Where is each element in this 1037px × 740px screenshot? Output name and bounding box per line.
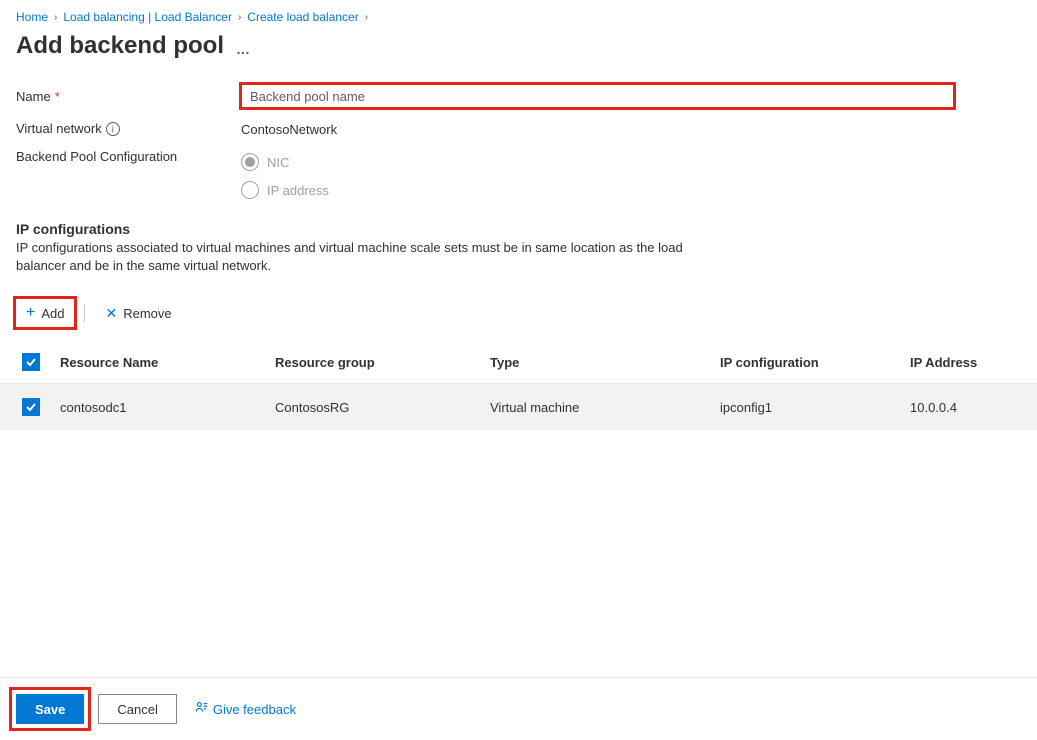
- ipconfig-table: Resource Name Resource group Type IP con…: [0, 341, 1037, 430]
- more-actions-button[interactable]: …: [236, 41, 252, 57]
- add-button-label: Add: [41, 306, 64, 321]
- feedback-icon: [195, 701, 209, 718]
- vnet-row: Virtual network i ContosoNetwork: [16, 120, 1021, 137]
- config-label: Backend Pool Configuration: [16, 149, 241, 164]
- radio-nic-label: NIC: [267, 155, 289, 170]
- footer-bar: Save Cancel Give feedback: [0, 677, 1037, 740]
- radio-icon: [241, 181, 259, 199]
- name-row: Name *: [16, 84, 1021, 108]
- vnet-label-text: Virtual network: [16, 121, 102, 136]
- cell-type: Virtual machine: [480, 384, 710, 431]
- col-ip-address[interactable]: IP Address: [900, 341, 1037, 384]
- form-area: Name * Virtual network i ContosoNetwork …: [0, 60, 1037, 199]
- col-type[interactable]: Type: [480, 341, 710, 384]
- radio-ip-label: IP address: [267, 183, 329, 198]
- chevron-right-icon: ›: [365, 12, 368, 23]
- remove-button-label: Remove: [123, 306, 171, 321]
- config-radio-group: NIC IP address: [241, 149, 329, 199]
- breadcrumb-create-lb[interactable]: Create load balancer: [247, 10, 358, 24]
- breadcrumb-home[interactable]: Home: [16, 10, 48, 24]
- name-input[interactable]: [241, 84, 954, 108]
- vnet-label: Virtual network i: [16, 121, 241, 136]
- table-row[interactable]: contosodc1 ContososRG Virtual machine ip…: [0, 384, 1037, 431]
- name-label-text: Name: [16, 89, 51, 104]
- ipconfig-toolbar: + Add ✕ Remove: [0, 275, 1037, 341]
- cell-ip-address: 10.0.0.4: [900, 384, 1037, 431]
- select-all-checkbox[interactable]: [22, 353, 40, 371]
- info-icon[interactable]: i: [106, 122, 120, 136]
- row-checkbox[interactable]: [22, 398, 40, 416]
- col-ip-configuration[interactable]: IP configuration: [710, 341, 900, 384]
- col-resource-name[interactable]: Resource Name: [50, 341, 265, 384]
- save-button[interactable]: Save: [16, 694, 84, 724]
- chevron-right-icon: ›: [54, 12, 57, 23]
- give-feedback-label: Give feedback: [213, 702, 296, 717]
- remove-button[interactable]: ✕ Remove: [95, 299, 181, 327]
- radio-icon: [241, 153, 259, 171]
- config-row: Backend Pool Configuration NIC IP addres…: [16, 149, 1021, 199]
- chevron-right-icon: ›: [238, 12, 241, 23]
- breadcrumb: Home › Load balancing | Load Balancer › …: [0, 0, 1037, 28]
- give-feedback-link[interactable]: Give feedback: [195, 701, 296, 718]
- plus-icon: +: [26, 305, 35, 321]
- close-icon: ✕: [105, 305, 117, 322]
- cancel-button[interactable]: Cancel: [98, 694, 176, 724]
- table-header-row: Resource Name Resource group Type IP con…: [0, 341, 1037, 384]
- breadcrumb-load-balancing[interactable]: Load balancing | Load Balancer: [63, 10, 232, 24]
- name-label: Name *: [16, 89, 241, 104]
- cell-resource-name: contosodc1: [50, 384, 265, 431]
- required-indicator: *: [55, 89, 60, 104]
- cell-ip-configuration: ipconfig1: [710, 384, 900, 431]
- ipconfig-heading: IP configurations: [0, 211, 1037, 239]
- radio-nic[interactable]: NIC: [241, 153, 329, 171]
- add-button[interactable]: + Add: [16, 299, 74, 327]
- ipconfig-description: IP configurations associated to virtual …: [0, 239, 740, 275]
- cell-resource-group: ContososRG: [265, 384, 480, 431]
- radio-ip-address[interactable]: IP address: [241, 181, 329, 199]
- col-resource-group[interactable]: Resource group: [265, 341, 480, 384]
- page-title-text: Add backend pool: [16, 32, 224, 60]
- toolbar-separator: [84, 304, 85, 322]
- page-title: Add backend pool …: [0, 28, 1037, 60]
- vnet-value: ContosoNetwork: [241, 120, 337, 137]
